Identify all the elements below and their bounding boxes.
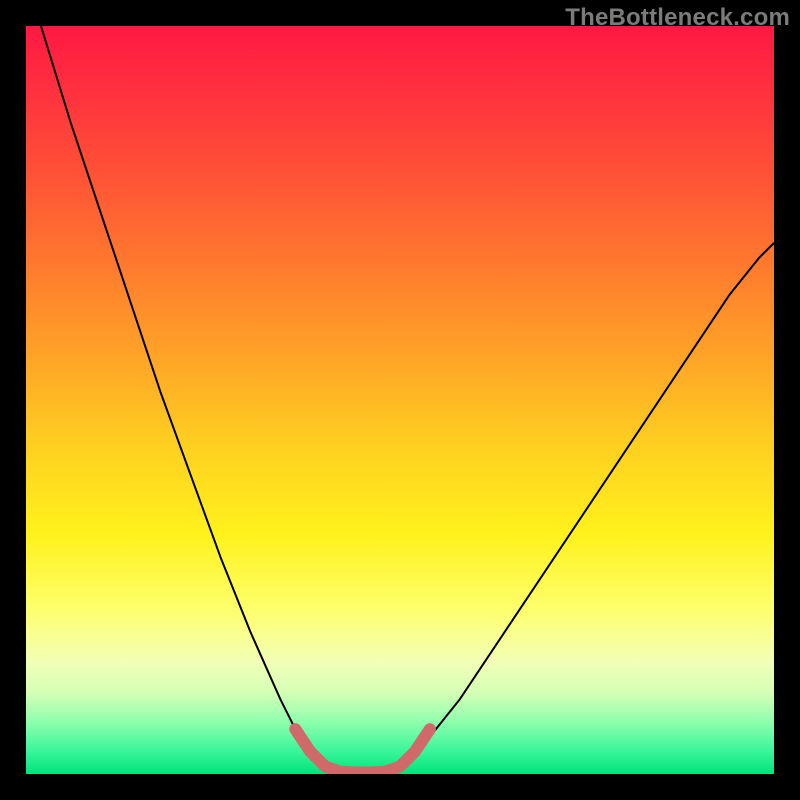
chart-svg <box>26 26 774 774</box>
series-left-curve <box>41 26 325 767</box>
series-valley-highlight <box>295 729 430 772</box>
watermark-text: TheBottleneck.com <box>565 4 790 32</box>
series-right-curve <box>400 243 774 767</box>
chart-frame: TheBottleneck.com <box>0 0 800 800</box>
chart-plot-area <box>26 26 774 774</box>
